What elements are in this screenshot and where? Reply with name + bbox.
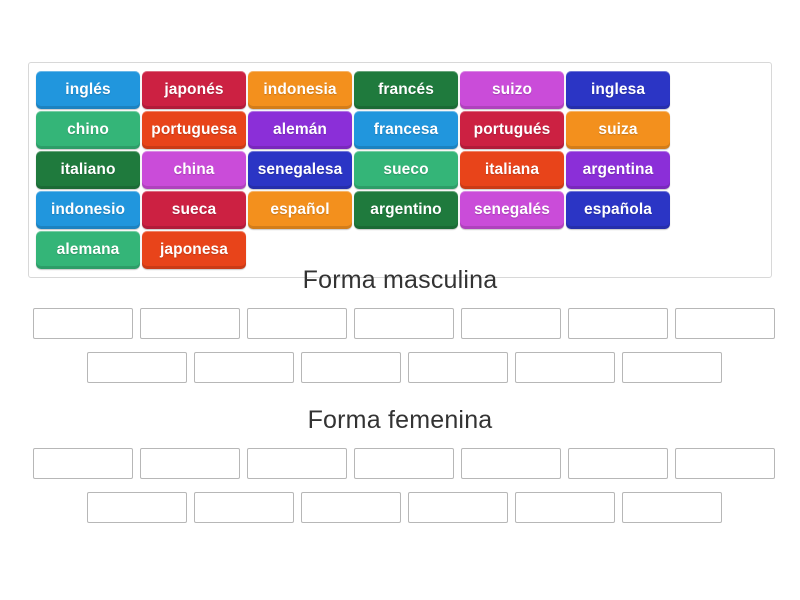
masculine-drop-slot[interactable]: [568, 308, 668, 339]
word-tile[interactable]: portugués: [460, 111, 564, 149]
word-tile[interactable]: francés: [354, 71, 458, 109]
masculine-drop-slot[interactable]: [33, 308, 133, 339]
word-tile[interactable]: senegalesa: [248, 151, 352, 189]
masculine-drop-slot[interactable]: [247, 308, 347, 339]
masculine-drop-slot[interactable]: [354, 308, 454, 339]
word-tile[interactable]: suiza: [566, 111, 670, 149]
feminine-drop-slot[interactable]: [408, 492, 508, 523]
word-tile[interactable]: japonés: [142, 71, 246, 109]
feminine-drop-slot[interactable]: [194, 492, 294, 523]
word-tile[interactable]: chino: [36, 111, 140, 149]
masculine-drop-slot[interactable]: [461, 308, 561, 339]
word-tile[interactable]: senegalés: [460, 191, 564, 229]
feminine-slot-row-1: [33, 448, 782, 479]
word-tile[interactable]: alemán: [248, 111, 352, 149]
feminine-drop-slot[interactable]: [301, 492, 401, 523]
word-tile[interactable]: argentina: [566, 151, 670, 189]
word-tile[interactable]: suizo: [460, 71, 564, 109]
feminine-drop-slot[interactable]: [87, 492, 187, 523]
word-tile[interactable]: sueca: [142, 191, 246, 229]
feminine-drop-slot[interactable]: [247, 448, 347, 479]
word-tile[interactable]: indonesio: [36, 191, 140, 229]
word-tile[interactable]: italiano: [36, 151, 140, 189]
feminine-drop-slot[interactable]: [675, 448, 775, 479]
word-tile[interactable]: italiana: [460, 151, 564, 189]
masculine-drop-slot[interactable]: [515, 352, 615, 383]
word-tile[interactable]: española: [566, 191, 670, 229]
masculine-drop-slot[interactable]: [408, 352, 508, 383]
feminine-drop-slot[interactable]: [140, 448, 240, 479]
masculine-drop-slot[interactable]: [87, 352, 187, 383]
word-bank-tiles: inglés japonés indonesia francés suizo ingles…: [35, 70, 765, 270]
word-tile[interactable]: inglesa: [566, 71, 670, 109]
masculine-drop-slot[interactable]: [675, 308, 775, 339]
feminine-drop-slot[interactable]: [568, 448, 668, 479]
word-tile[interactable]: portuguesa: [142, 111, 246, 149]
masculine-drop-slot[interactable]: [301, 352, 401, 383]
feminine-drop-slot[interactable]: [461, 448, 561, 479]
word-tile[interactable]: francesa: [354, 111, 458, 149]
word-tile[interactable]: japonesa: [142, 231, 246, 269]
masculine-drop-slot[interactable]: [140, 308, 240, 339]
masculine-slot-row-2: [87, 352, 729, 383]
feminine-drop-slot[interactable]: [354, 448, 454, 479]
feminine-drop-slot[interactable]: [515, 492, 615, 523]
word-tile[interactable]: español: [248, 191, 352, 229]
feminine-slot-row-2: [87, 492, 729, 523]
group-title-feminine: Forma femenina: [307, 406, 493, 434]
word-tile[interactable]: alemana: [36, 231, 140, 269]
masculine-drop-slot[interactable]: [194, 352, 294, 383]
masculine-slot-row-1: [33, 308, 782, 339]
word-tile[interactable]: china: [142, 151, 246, 189]
word-tile[interactable]: sueco: [354, 151, 458, 189]
activity-page: inglés japonés indonesia francés suizo ingles…: [0, 0, 800, 600]
word-tile[interactable]: inglés: [36, 71, 140, 109]
feminine-drop-slot[interactable]: [33, 448, 133, 479]
word-tile[interactable]: indonesia: [248, 71, 352, 109]
masculine-drop-slot[interactable]: [622, 352, 722, 383]
feminine-drop-slot[interactable]: [622, 492, 722, 523]
word-bank-container: inglés japonés indonesia francés suizo ingles…: [28, 62, 772, 278]
group-title-masculine: Forma masculina: [302, 266, 498, 294]
word-tile[interactable]: argentino: [354, 191, 458, 229]
